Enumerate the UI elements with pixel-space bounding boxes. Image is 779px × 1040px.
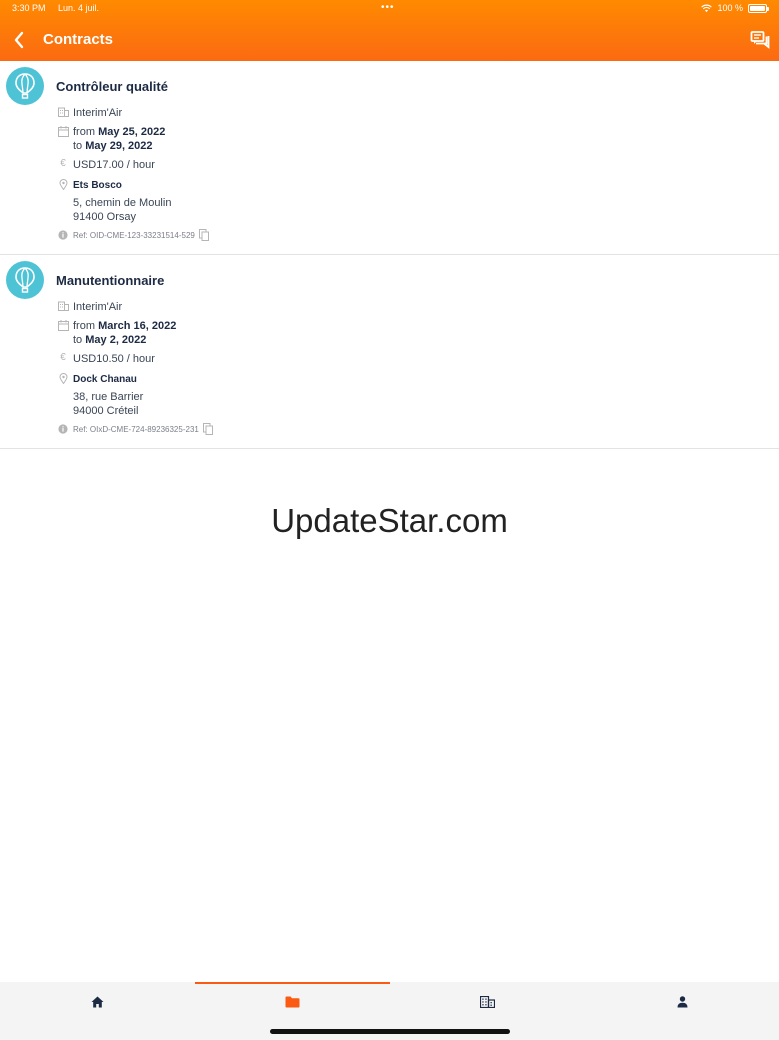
location-text: Ets Bosco 5, chemin de Moulin 91400 Orsa… bbox=[73, 178, 171, 224]
dates-text: from March 16, 2022 to May 2, 2022 bbox=[73, 319, 176, 347]
watermark-text: UpdateStar.com bbox=[271, 502, 508, 539]
agency-avatar bbox=[6, 67, 44, 105]
agency-name: Interim'Air bbox=[73, 301, 123, 313]
info-icon bbox=[57, 229, 69, 241]
copy-icon[interactable] bbox=[202, 423, 213, 435]
contract-card[interactable]: Contrôleur qualité Interim'Air from May … bbox=[0, 61, 779, 255]
dates-text: from May 25, 2022 to May 29, 2022 bbox=[73, 125, 165, 153]
folder-icon bbox=[285, 996, 300, 1008]
dates-row: from March 16, 2022 to May 2, 2022 bbox=[57, 319, 176, 347]
balloon-icon bbox=[15, 267, 35, 293]
building-icon bbox=[480, 996, 495, 1008]
location-pin-icon bbox=[57, 178, 69, 190]
euro-icon: € bbox=[60, 352, 66, 363]
to-date: May 29, 2022 bbox=[85, 140, 153, 152]
agency-avatar bbox=[6, 261, 44, 299]
chevron-left-icon bbox=[14, 31, 24, 49]
job-title: Contrôleur qualité bbox=[56, 79, 168, 94]
to-label: to bbox=[73, 334, 83, 346]
building-icon bbox=[57, 300, 69, 312]
contract-list: Contrôleur qualité Interim'Air from May … bbox=[0, 61, 779, 449]
hourly-rate: USD10.50 / hour bbox=[73, 353, 155, 365]
location-pin-icon bbox=[57, 372, 69, 384]
location-row: Dock Chanau 38, rue Barrier 94000 Crétei… bbox=[57, 372, 143, 418]
from-label: from bbox=[73, 126, 95, 138]
copy-icon[interactable] bbox=[198, 229, 209, 241]
battery-percent: 100 % bbox=[717, 3, 743, 13]
tab-companies[interactable] bbox=[390, 982, 585, 1022]
calendar-icon bbox=[57, 125, 69, 137]
calendar-icon bbox=[57, 319, 69, 331]
rate-row: € USD17.00 / hour bbox=[57, 158, 155, 172]
status-time: 3:30 PM bbox=[12, 3, 46, 13]
status-date: Lun. 4 juil. bbox=[58, 3, 100, 13]
person-icon bbox=[677, 996, 688, 1008]
contract-card[interactable]: Manutentionnaire Interim'Air from March … bbox=[0, 255, 779, 449]
ref-row: Ref: OID-CME-123-33231514-529 bbox=[57, 229, 209, 243]
from-date: May 25, 2022 bbox=[98, 126, 166, 138]
address-line1: 38, rue Barrier bbox=[73, 391, 144, 403]
company-name: Ets Bosco bbox=[73, 180, 122, 191]
from-date: March 16, 2022 bbox=[98, 320, 177, 332]
rate-row: € USD10.50 / hour bbox=[57, 352, 155, 366]
contract-ref: Ref: OIxD-CME-724-89236325-231 bbox=[73, 425, 199, 434]
to-date: May 2, 2022 bbox=[85, 334, 147, 346]
address-line1: 5, chemin de Moulin bbox=[73, 197, 172, 209]
home-icon bbox=[91, 996, 104, 1008]
to-label: to bbox=[73, 140, 83, 152]
info-icon bbox=[57, 423, 69, 435]
tab-home[interactable] bbox=[0, 982, 195, 1022]
agency-name: Interim'Air bbox=[73, 107, 123, 119]
status-bar: 3:30 PM Lun. 4 juil. ••• 100 % bbox=[0, 3, 779, 17]
location-row: Ets Bosco 5, chemin de Moulin 91400 Orsa… bbox=[57, 178, 171, 224]
status-right: 100 % bbox=[701, 3, 769, 13]
building-icon bbox=[57, 106, 69, 118]
battery-icon bbox=[748, 3, 769, 13]
dates-row: from May 25, 2022 to May 29, 2022 bbox=[57, 125, 165, 153]
address-line2: 91400 Orsay bbox=[73, 211, 136, 223]
location-text: Dock Chanau 38, rue Barrier 94000 Crétei… bbox=[73, 372, 143, 418]
job-title: Manutentionnaire bbox=[56, 273, 165, 288]
euro-icon: € bbox=[60, 158, 66, 169]
page-title: Contracts bbox=[43, 31, 114, 48]
contract-ref: Ref: OID-CME-123-33231514-529 bbox=[73, 231, 195, 240]
agency-row: Interim'Air bbox=[57, 106, 122, 120]
balloon-icon bbox=[15, 73, 35, 99]
multitask-dots[interactable]: ••• bbox=[381, 3, 395, 13]
back-button[interactable] bbox=[9, 29, 29, 51]
agency-row: Interim'Air bbox=[57, 300, 122, 314]
ref-row: Ref: OIxD-CME-724-89236325-231 bbox=[57, 423, 213, 437]
home-indicator[interactable] bbox=[270, 1029, 510, 1034]
chat-icon bbox=[750, 31, 770, 49]
tab-profile[interactable] bbox=[585, 982, 779, 1022]
hourly-rate: USD17.00 / hour bbox=[73, 159, 155, 171]
chat-button[interactable] bbox=[750, 30, 770, 50]
company-name: Dock Chanau bbox=[73, 374, 137, 385]
address-line2: 94000 Créteil bbox=[73, 405, 139, 417]
app-header: 3:30 PM Lun. 4 juil. ••• 100 % Contracts bbox=[0, 0, 779, 61]
wifi-icon bbox=[701, 4, 713, 12]
tab-contracts[interactable] bbox=[195, 982, 390, 1022]
from-label: from bbox=[73, 320, 95, 332]
